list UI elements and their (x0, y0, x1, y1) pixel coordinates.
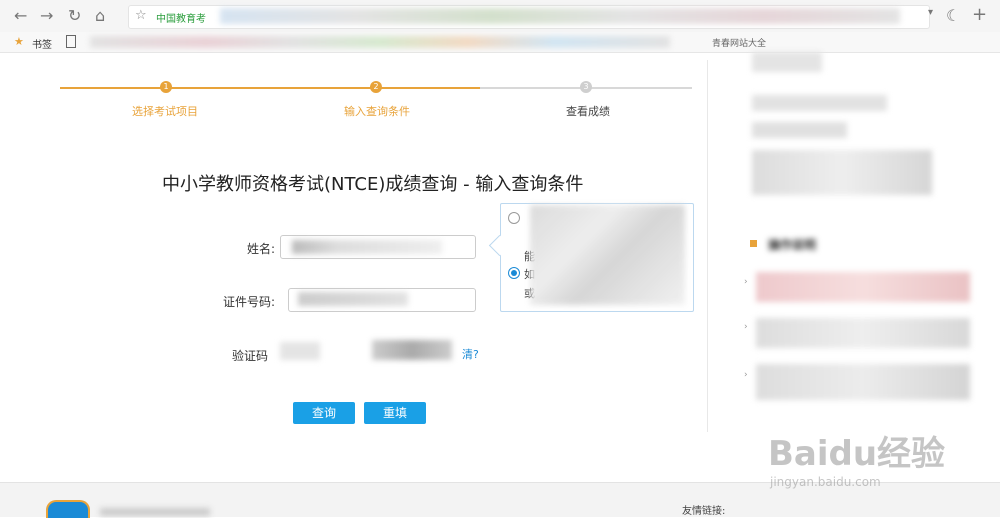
sidebar-divider (707, 60, 708, 432)
captcha-image[interactable] (372, 340, 452, 360)
sidebar-arrow-3-icon: › (744, 370, 748, 380)
back-icon[interactable]: ← (14, 6, 27, 25)
blurred-bookmarks (90, 36, 670, 48)
sidebar-blur-1 (752, 52, 822, 72)
page-title: 中小学教师资格考试(NTCE)成绩查询 - 输入查询条件 (162, 174, 584, 195)
baidu-watermark: Baidu经验 jingyan.baidu.com (768, 426, 945, 489)
captcha-label: 验证码 (231, 349, 268, 363)
sidebar-item-1[interactable] (756, 272, 970, 302)
star-icon[interactable]: ☆ (135, 8, 147, 23)
step-progress-active (60, 87, 480, 89)
name-value-blurred (292, 240, 442, 254)
mobile-bookmark-icon[interactable] (66, 35, 76, 48)
sidebar-heading: 操作说明 (768, 238, 817, 252)
bookmarks-label[interactable]: 书签 (32, 36, 52, 51)
sidebar-blur-2 (752, 95, 887, 111)
id-label: 证件号码: (222, 295, 275, 309)
step-1-label: 选择考试项目 (132, 105, 198, 118)
night-mode-icon[interactable]: ☾ (946, 6, 960, 25)
sidebar-item-3[interactable] (756, 364, 970, 400)
submit-button[interactable]: 查询 (293, 402, 355, 424)
new-tab-icon[interactable]: + (972, 4, 987, 25)
reset-button[interactable]: 重填 (364, 402, 426, 424)
step-1-dot: 1 (160, 81, 172, 93)
popup-blurred-content (530, 205, 685, 305)
dropdown-icon[interactable]: ▾ (928, 7, 933, 18)
forward-icon[interactable]: → (40, 6, 53, 25)
watermark-url: jingyan.baidu.com (770, 475, 881, 489)
footer-logo-icon (46, 500, 90, 518)
reload-icon[interactable]: ↻ (68, 6, 81, 25)
watermark-brand: Baidu经验 (768, 434, 946, 474)
sidebar-blur-4 (752, 150, 932, 195)
sidebar-item-2[interactable] (756, 318, 970, 348)
address-text: 中国教育考 (156, 14, 206, 25)
popup-radio-1[interactable] (508, 212, 520, 224)
captcha-input-blurred[interactable] (280, 342, 320, 360)
bookmark-right[interactable]: 青春网站大全 (712, 36, 766, 49)
step-3-dot: 3 (580, 81, 592, 93)
bookmark-star-icon: ★ (14, 35, 24, 48)
sidebar-bullet-icon (750, 240, 757, 247)
popup-radio-2-dot (511, 270, 517, 276)
sidebar-arrow-1-icon: › (744, 277, 748, 287)
sidebar-arrow-2-icon: › (744, 322, 748, 332)
captcha-refresh-link[interactable]: 清? (462, 346, 479, 362)
name-label: 姓名: (246, 242, 275, 256)
sidebar-blur-3 (752, 122, 847, 138)
blurred-url (220, 8, 900, 24)
footer-blur-text (100, 508, 210, 516)
step-3-label: 查看成绩 (566, 105, 610, 118)
home-icon[interactable]: ⌂ (95, 6, 105, 25)
id-value-blurred (298, 292, 408, 306)
step-2-dot: 2 (370, 81, 382, 93)
footer-links-label: 友情链接: (682, 506, 726, 517)
step-2-label: 输入查询条件 (344, 105, 410, 118)
